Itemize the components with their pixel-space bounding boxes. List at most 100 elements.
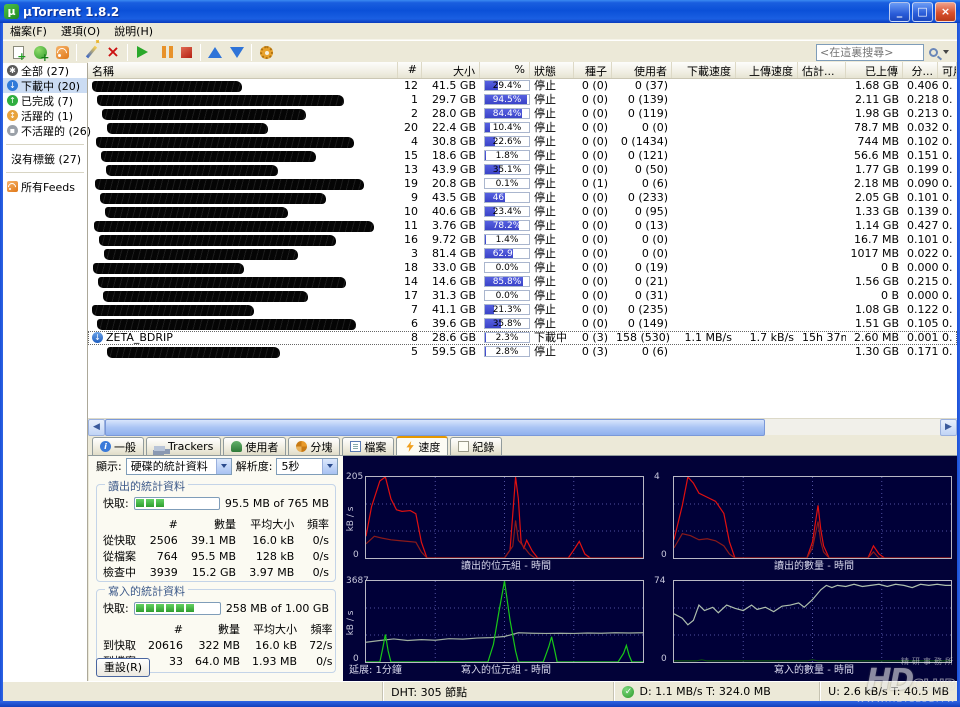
tab-label: 分塊 (310, 439, 332, 455)
table-row[interactable]: 1833.0 GB0.0%停止0 (0)0 (19)0 B0.0000. (88, 261, 957, 275)
table-row[interactable]: 1241.5 GB29.4%停止0 (0)0 (37)1.68 GB0.4060… (88, 79, 957, 93)
remove-torrent-button[interactable]: × (102, 43, 124, 62)
progress-bar: 0.0% (484, 290, 530, 301)
column-header-9[interactable]: 估計... (798, 62, 846, 78)
start-torrent-button[interactable] (131, 43, 153, 62)
title-bar[interactable]: µ µTorrent 1.8.2 _ □ × (0, 0, 960, 23)
table-row[interactable]: 2022.4 GB10.4%停止0 (0)0 (0)78.7 MB0.0320. (88, 121, 957, 135)
tab-一般[interactable]: i一般 (92, 437, 144, 455)
scrollbar-thumb[interactable] (105, 419, 765, 436)
column-header-0[interactable]: 名稱 (88, 62, 398, 78)
sidebar-item-all-feeds[interactable]: 所有Feeds (3, 179, 87, 194)
preferences-button[interactable] (255, 43, 277, 62)
rss-downloader-button[interactable] (51, 43, 73, 62)
table-row[interactable]: ↓ZETA_BDRIP828.6 GB2.3%下載中0 (3)158 (530)… (88, 331, 957, 345)
tab-Trackers[interactable]: Trackers (146, 437, 221, 455)
column-header-4[interactable]: 狀態 (530, 62, 574, 78)
cell-peers: 0 (21) (612, 275, 672, 289)
cell-pct: 10.4% (480, 121, 530, 135)
cell-peers: 0 (1434) (612, 135, 672, 149)
column-header-5[interactable]: 種子 (574, 62, 612, 78)
table-row[interactable]: 129.7 GB94.5%停止0 (0)0 (139)2.11 GB0.2180… (88, 93, 957, 107)
show-dropdown[interactable]: 硬碟的統計資料 (126, 458, 232, 475)
sidebar-item-2[interactable]: ↑已完成 (7) (3, 93, 87, 108)
menu-item-0[interactable]: 檔案(F) (3, 22, 54, 40)
scroll-right-arrow[interactable]: ▶ (940, 419, 957, 436)
tab-紀錄[interactable]: 紀錄 (450, 437, 502, 455)
cell-eta (798, 191, 846, 205)
table-row[interactable]: 639.6 GB35.8%停止0 (0)0 (149)1.51 GB0.1050… (88, 317, 957, 331)
cell-dl (672, 303, 736, 317)
horizontal-scrollbar[interactable]: ◀ ▶ (88, 418, 957, 435)
cell-ul (736, 163, 798, 177)
table-row[interactable]: 1518.6 GB1.8%停止0 (0)0 (121)56.6 MB0.1510… (88, 149, 957, 163)
column-header-2[interactable]: 大小 (422, 62, 480, 78)
column-header-3[interactable]: % (480, 62, 530, 78)
cell-num: 8 (398, 331, 422, 345)
redacted-name (106, 165, 278, 176)
table-row[interactable]: 943.5 GB46.1%停止0 (0)0 (233)2.05 GB0.1010… (88, 191, 957, 205)
table-row[interactable]: 169.72 GB1.4%停止0 (0)0 (0)16.7 MB0.1010. (88, 233, 957, 247)
sidebar-item-4[interactable]: ▪不活躍的 (26) (3, 123, 87, 138)
add-torrent-button[interactable] (7, 43, 29, 62)
close-button[interactable]: × (935, 2, 956, 22)
table-row[interactable]: 741.1 GB21.3%停止0 (0)0 (235)1.08 GB0.1220… (88, 303, 957, 317)
table-row[interactable]: 430.8 GB22.6%停止0 (0)0 (1434)744 MB0.1020… (88, 135, 957, 149)
cell-dl (672, 149, 736, 163)
queue-up-button[interactable] (204, 43, 226, 62)
table-row[interactable]: 1343.9 GB35.1%停止0 (0)0 (50)1.77 GB0.1990… (88, 163, 957, 177)
tab-分塊[interactable]: 分塊 (288, 437, 340, 455)
column-header-12[interactable]: 可用 (938, 62, 957, 78)
cell-ul (736, 149, 798, 163)
column-header-11[interactable]: 分... (903, 62, 938, 78)
torrent-name: ZETA_BDRIP (106, 331, 173, 344)
tab-檔案[interactable]: 檔案 (342, 437, 394, 455)
cache-label: 快取: (103, 495, 129, 511)
search-dropdown-icon[interactable] (943, 50, 949, 54)
table-row[interactable]: 228.0 GB84.4%停止0 (0)0 (119)1.98 GB0.2130… (88, 107, 957, 121)
read-stats-groupbox: 讀出的統計資料 快取: 95.5 MB of 765 MB #數量平均大小頻率從… (96, 484, 336, 582)
stats-cell: 0/s (300, 532, 335, 548)
chevron-down-icon[interactable] (216, 459, 231, 474)
table-row[interactable]: 559.5 GB2.8%停止0 (3)0 (6)1.30 GB0.1710. (88, 345, 957, 359)
add-torrent-url-button[interactable] (29, 43, 51, 62)
column-header-1[interactable]: # (398, 62, 422, 78)
stop-torrent-button[interactable] (175, 43, 197, 62)
sidebar-item-1[interactable]: ↓下載中 (20) (3, 78, 87, 93)
cell-eta (798, 247, 846, 261)
redacted-name (97, 95, 344, 106)
table-row[interactable]: 381.4 GB62.9%停止0 (0)0 (0)1017 MB0.0220. (88, 247, 957, 261)
table-row[interactable]: 1731.3 GB0.0%停止0 (0)0 (31)0 B0.0000. (88, 289, 957, 303)
reset-button[interactable]: 重設(R) (96, 658, 150, 677)
cell-num: 17 (398, 289, 422, 303)
stats-cell: 0/s (300, 548, 335, 564)
cell-seeds: 0 (0) (574, 135, 612, 149)
column-header-6[interactable]: 使用者 (612, 62, 672, 78)
search-input[interactable] (816, 44, 924, 61)
scroll-left-arrow[interactable]: ◀ (88, 419, 105, 436)
pause-torrent-button[interactable] (153, 43, 175, 62)
create-torrent-button[interactable] (80, 43, 102, 62)
table-row[interactable]: 113.76 GB78.2%停止0 (0)0 (13)1.14 GB0.4270… (88, 219, 957, 233)
tab-速度[interactable]: 速度 (396, 436, 448, 455)
sidebar-item-no-label[interactable]: 沒有標籤 (27) (3, 151, 87, 166)
menu-item-2[interactable]: 說明(H) (107, 22, 160, 40)
cell-name (88, 177, 398, 191)
sidebar-item-0[interactable]: ✱全部 (27) (3, 63, 87, 78)
maximize-button[interactable]: □ (912, 2, 933, 22)
resolution-dropdown[interactable]: 5秒 (276, 458, 338, 475)
table-row[interactable]: 1920.8 GB0.1%停止0 (1)0 (6)2.18 MB0.0900. (88, 177, 957, 191)
tab-使用者[interactable]: 使用者 (223, 437, 286, 455)
column-header-7[interactable]: 下載速度 (672, 62, 736, 78)
minimize-button[interactable]: _ (889, 2, 910, 22)
column-header-8[interactable]: 上傳速度 (736, 62, 798, 78)
table-row[interactable]: 1414.6 GB85.8%停止0 (0)0 (21)1.56 GB0.2150… (88, 275, 957, 289)
cell-ratio: 0.213 (903, 107, 938, 121)
search-icon[interactable] (929, 48, 938, 57)
queue-down-button[interactable] (226, 43, 248, 62)
chevron-down-icon[interactable] (322, 459, 337, 474)
column-header-10[interactable]: 已上傳 (846, 62, 903, 78)
table-row[interactable]: 1040.6 GB23.4%停止0 (0)0 (95)1.33 GB0.1390… (88, 205, 957, 219)
graph-0: 2050kB / s讀出的位元組 - 時間 (345, 472, 647, 572)
sidebar-item-3[interactable]: ↕活躍的 (1) (3, 108, 87, 123)
